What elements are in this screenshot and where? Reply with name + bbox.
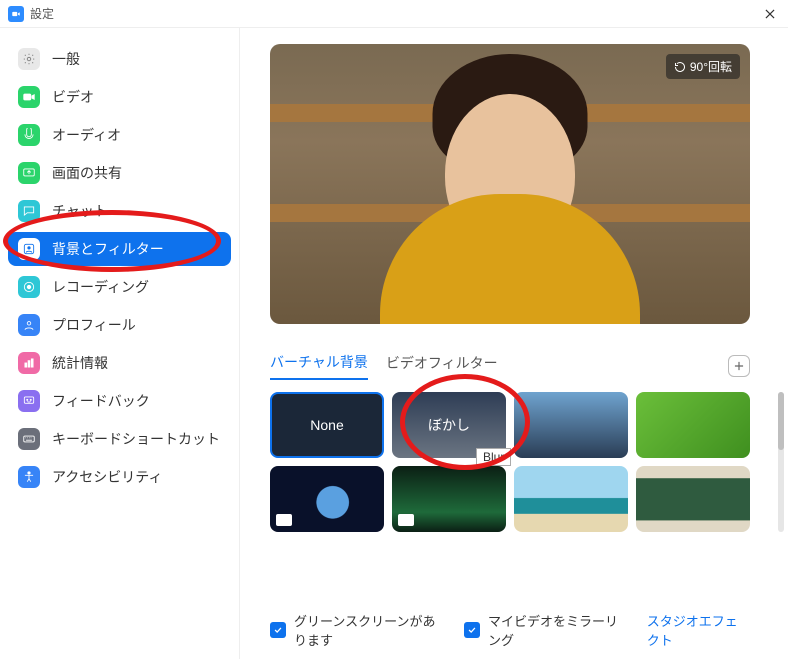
green-screen-label: グリーンスクリーンがあります	[294, 611, 440, 649]
sidebar-item-label: 背景とフィルター	[52, 239, 164, 259]
studio-effects-link[interactable]: スタジオエフェクト	[647, 611, 750, 649]
stats-icon	[18, 352, 40, 374]
tab-virtual-background[interactable]: バーチャル背景	[270, 352, 368, 380]
checkbox-checked-icon	[270, 622, 286, 638]
keyboard-icon	[18, 428, 40, 450]
sidebar-item-video[interactable]: ビデオ	[8, 80, 231, 114]
grid-scrollbar[interactable]	[778, 392, 784, 532]
sidebar-item-stats[interactable]: 統計情報	[8, 346, 231, 380]
titlebar: 設定	[0, 0, 788, 28]
mirror-video-checkbox[interactable]: マイビデオをミラーリング	[464, 611, 623, 649]
sidebar-item-share[interactable]: 画面の共有	[8, 156, 231, 190]
settings-sidebar: 一般ビデオオーディオ画面の共有チャット背景とフィルターレコーディングプロフィール…	[0, 28, 239, 659]
app-icon	[8, 6, 24, 22]
sidebar-item-accessibility[interactable]: アクセシビリティ	[8, 460, 231, 494]
sidebar-item-label: アクセシビリティ	[52, 467, 162, 487]
sidebar-item-audio[interactable]: オーディオ	[8, 118, 231, 152]
audio-icon	[18, 124, 40, 146]
background-grid: None ぼかし	[270, 392, 770, 532]
bg-option-earth[interactable]	[270, 466, 384, 532]
window-title: 設定	[30, 5, 54, 22]
bg-option-aurora[interactable]	[392, 466, 506, 532]
bg-option-none[interactable]: None	[270, 392, 384, 458]
sidebar-item-label: プロフィール	[52, 315, 136, 335]
background-icon	[18, 238, 40, 260]
add-background-button[interactable]	[728, 355, 750, 377]
video-bg-icon	[276, 514, 292, 526]
accessibility-icon	[18, 466, 40, 488]
main-panel: 90°回転 バーチャル背景 ビデオフィルター None ぼかし	[239, 28, 788, 659]
tab-video-filter[interactable]: ビデオフィルター	[386, 353, 498, 379]
bg-blur-label: ぼかし	[428, 415, 470, 435]
bg-option-chalkboard[interactable]	[636, 466, 750, 532]
mirror-video-label: マイビデオをミラーリング	[488, 611, 623, 649]
bg-option-beach[interactable]	[514, 466, 628, 532]
bg-tabs: バーチャル背景 ビデオフィルター	[270, 352, 750, 380]
bg-option-golden-gate[interactable]	[514, 392, 628, 458]
close-button[interactable]	[760, 4, 780, 24]
sidebar-item-general[interactable]: 一般	[8, 42, 231, 76]
blur-tooltip: Blur	[476, 448, 511, 466]
sidebar-item-background[interactable]: 背景とフィルター	[8, 232, 231, 266]
video-icon	[18, 86, 40, 108]
sidebar-item-feedback[interactable]: フィードバック	[8, 384, 231, 418]
sidebar-item-label: 統計情報	[52, 353, 108, 373]
bg-option-grass[interactable]	[636, 392, 750, 458]
sidebar-item-label: チャット	[52, 201, 108, 221]
sidebar-item-label: フィードバック	[52, 391, 150, 411]
video-bg-icon	[398, 514, 414, 526]
general-icon	[18, 48, 40, 70]
share-icon	[18, 162, 40, 184]
sidebar-item-chat[interactable]: チャット	[8, 194, 231, 228]
sidebar-item-label: レコーディング	[52, 277, 149, 297]
sidebar-item-label: 一般	[52, 49, 80, 69]
rotate-label: 90°回転	[690, 58, 732, 75]
sidebar-item-keyboard[interactable]: キーボードショートカット	[8, 422, 231, 456]
video-preview: 90°回転	[270, 44, 750, 324]
recording-icon	[18, 276, 40, 298]
feedback-icon	[18, 390, 40, 412]
chat-icon	[18, 200, 40, 222]
green-screen-checkbox[interactable]: グリーンスクリーンがあります	[270, 611, 440, 649]
sidebar-item-label: 画面の共有	[52, 163, 122, 183]
sidebar-item-recording[interactable]: レコーディング	[8, 270, 231, 304]
profile-icon	[18, 314, 40, 336]
sidebar-item-label: オーディオ	[52, 125, 121, 145]
footer-options: グリーンスクリーンがあります マイビデオをミラーリング スタジオエフェクト	[270, 595, 750, 649]
sidebar-item-label: ビデオ	[52, 87, 94, 107]
sidebar-item-label: キーボードショートカット	[52, 429, 220, 449]
rotate-90-button[interactable]: 90°回転	[666, 54, 740, 79]
sidebar-item-profile[interactable]: プロフィール	[8, 308, 231, 342]
bg-none-label: None	[310, 417, 343, 433]
checkbox-checked-icon	[464, 622, 480, 638]
